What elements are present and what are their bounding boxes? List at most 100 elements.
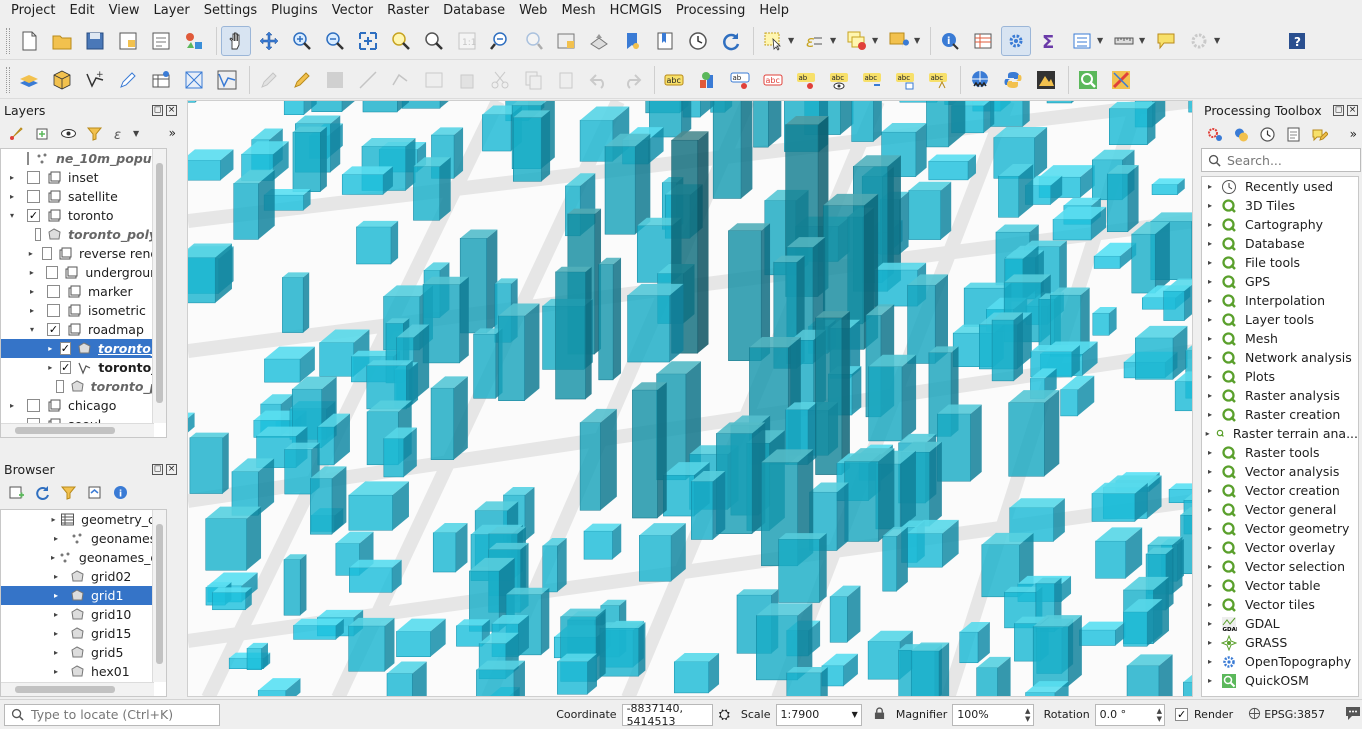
- horizontal-scrollbar[interactable]: [1, 682, 154, 696]
- manage-visibility-button[interactable]: [58, 123, 78, 143]
- new-geopackage-button[interactable]: [47, 65, 77, 95]
- layer-visibility-checkbox[interactable]: ✓: [59, 342, 71, 355]
- browser-item[interactable]: ▸ hex01: [1, 662, 166, 681]
- close-icon[interactable]: ×: [166, 104, 177, 116]
- expand-arrow-icon[interactable]: ▸: [1205, 676, 1215, 685]
- layer-diagram-button[interactable]: [692, 65, 722, 95]
- change-label-button[interactable]: abc: [890, 65, 920, 95]
- modify-attributes-button[interactable]: [419, 65, 449, 95]
- expand-arrow-icon[interactable]: ▸: [51, 553, 55, 562]
- refresh-browser-button[interactable]: [32, 482, 52, 502]
- processing-group-item[interactable]: ▸ GDAL GDAL: [1202, 614, 1358, 633]
- chevron-down-icon[interactable]: ▼: [830, 36, 839, 45]
- processing-group-item[interactable]: ▸ Vector analysis: [1202, 462, 1358, 481]
- add-group-button[interactable]: [32, 123, 52, 143]
- python-console-button[interactable]: [998, 65, 1028, 95]
- zoom-full-button[interactable]: [353, 26, 383, 56]
- processing-group-item[interactable]: ▸ Raster tools: [1202, 443, 1358, 462]
- zoom-in-button[interactable]: [287, 26, 317, 56]
- osm-plugin-button[interactable]: [965, 65, 995, 95]
- expand-arrow-icon[interactable]: ▸: [1205, 277, 1215, 286]
- expand-arrow-icon[interactable]: ▸: [1205, 543, 1215, 552]
- delete-selected-button[interactable]: [452, 65, 482, 95]
- expand-arrow-icon[interactable]: ▸: [1205, 201, 1215, 210]
- expand-arrow-icon[interactable]: ▸: [51, 629, 61, 638]
- layer-visibility-checkbox[interactable]: [41, 247, 52, 260]
- zoom-native-button[interactable]: 1:1: [452, 26, 482, 56]
- layer-styling-button[interactable]: [6, 123, 26, 143]
- new-print-layout-button[interactable]: [113, 26, 143, 56]
- processing-group-item[interactable]: ▸ GRASS: [1202, 633, 1358, 652]
- browser-item[interactable]: ▸ grid1: [1, 586, 166, 605]
- browser-item[interactable]: ▸ grid10: [1, 605, 166, 624]
- digitize-line-button[interactable]: [353, 65, 383, 95]
- pin-labels-button[interactable]: ab: [725, 65, 755, 95]
- expand-toolbar-icon[interactable]: »: [1350, 127, 1357, 141]
- layer-tree-item[interactable]: ▸ reverse rende: [1, 244, 166, 263]
- zoom-to-selection-button[interactable]: [386, 26, 416, 56]
- rotation-spinbox[interactable]: 0.0 ° ▲ ▼: [1094, 703, 1166, 726]
- new-shapefile-button[interactable]: +: [80, 65, 110, 95]
- save-edits-button[interactable]: [320, 65, 350, 95]
- browser-item[interactable]: ▸ geonames_de: [1, 548, 166, 567]
- processing-group-item[interactable]: ▸ QuickOSM: [1202, 671, 1358, 690]
- vertex-tool-button[interactable]: [386, 65, 416, 95]
- expand-arrow-icon[interactable]: ▸: [1205, 296, 1215, 305]
- coordinate-field[interactable]: -8837140, 5414513: [621, 702, 713, 728]
- expand-arrow-icon[interactable]: ▸: [47, 344, 53, 353]
- new-bookmark-button[interactable]: [617, 26, 647, 56]
- processing-group-item[interactable]: ▸ 3D Tiles: [1202, 196, 1358, 215]
- deselect-all-button[interactable]: [842, 26, 872, 56]
- layer-tree-item[interactable]: ▸ inset: [1, 168, 166, 187]
- browser-item[interactable]: ▸ geometry_col: [1, 510, 166, 529]
- close-icon[interactable]: ×: [1347, 104, 1358, 116]
- mouse-wheel-icon[interactable]: ⛭: [719, 707, 730, 723]
- browser-item[interactable]: ▸ geonames: [1, 529, 166, 548]
- browser-item[interactable]: ▸ grid15: [1, 624, 166, 643]
- expand-arrow-icon[interactable]: ▸: [1205, 353, 1215, 362]
- layer-visibility-checkbox[interactable]: [56, 380, 64, 393]
- processing-group-item[interactable]: ▸ Vector table: [1202, 576, 1358, 595]
- expand-arrow-icon[interactable]: ▸: [27, 287, 37, 296]
- expand-arrow-icon[interactable]: ▸: [1205, 638, 1215, 647]
- layer-visibility-checkbox[interactable]: [27, 152, 29, 165]
- processing-group-item[interactable]: ▸ Raster analysis: [1202, 386, 1358, 405]
- menu-item-processing[interactable]: Processing: [669, 0, 752, 22]
- processing-group-item[interactable]: ▸ Vector general: [1202, 500, 1358, 519]
- copy-features-button[interactable]: [518, 65, 548, 95]
- layer-tree-item[interactable]: ▸ chicago: [1, 396, 166, 415]
- expand-arrow-icon[interactable]: ▸: [1205, 239, 1215, 248]
- expand-arrow-icon[interactable]: ▸: [1205, 524, 1215, 533]
- layer-visibility-checkbox[interactable]: [47, 285, 60, 298]
- toolbar-handle[interactable]: [6, 66, 10, 93]
- expand-arrow-icon[interactable]: ▸: [47, 363, 54, 372]
- expand-arrow-icon[interactable]: ▸: [1205, 429, 1210, 438]
- cut-features-button[interactable]: [485, 65, 515, 95]
- highlight-labels-button[interactable]: abc: [758, 65, 788, 95]
- open-project-button[interactable]: [47, 26, 77, 56]
- expand-arrow-icon[interactable]: ▸: [1205, 562, 1215, 571]
- pan-map-button[interactable]: [221, 25, 251, 56]
- processing-group-item[interactable]: ▸ Interpolation: [1202, 291, 1358, 310]
- scale-combobox[interactable]: 1:7900 ▼: [775, 703, 862, 726]
- expand-arrow-icon[interactable]: ▸: [27, 306, 37, 315]
- menu-item-settings[interactable]: Settings: [197, 0, 264, 22]
- chevron-down-icon[interactable]: ▼: [788, 36, 797, 45]
- collapse-all-button[interactable]: [84, 482, 104, 502]
- processing-group-item[interactable]: ▸ Vector overlay: [1202, 538, 1358, 557]
- open-table-button[interactable]: [1067, 26, 1097, 56]
- chevron-down-icon[interactable]: ▼: [914, 36, 923, 45]
- temporal-controller-button[interactable]: [683, 26, 713, 56]
- messages-icon[interactable]: [1344, 705, 1362, 724]
- layer-visibility-checkbox[interactable]: ✓: [60, 361, 72, 374]
- history-button[interactable]: [1257, 124, 1277, 144]
- rotate-label-button[interactable]: abc: [857, 65, 887, 95]
- processing-group-item[interactable]: ▸ Vector selection: [1202, 557, 1358, 576]
- expand-arrow-icon[interactable]: ▸: [51, 591, 61, 600]
- layer-tree-item[interactable]: ne_10m_populate: [1, 149, 166, 168]
- layer-tree-item[interactable]: ▾ ✓ toronto: [1, 206, 166, 225]
- menu-item-layer[interactable]: Layer: [147, 0, 197, 22]
- layer-tree-item[interactable]: ▸ ✓ toronto_li: [1, 358, 166, 377]
- processing-group-item[interactable]: ▸ OpenTopography: [1202, 652, 1358, 671]
- processing-group-item[interactable]: ▸ Recently used: [1202, 177, 1358, 196]
